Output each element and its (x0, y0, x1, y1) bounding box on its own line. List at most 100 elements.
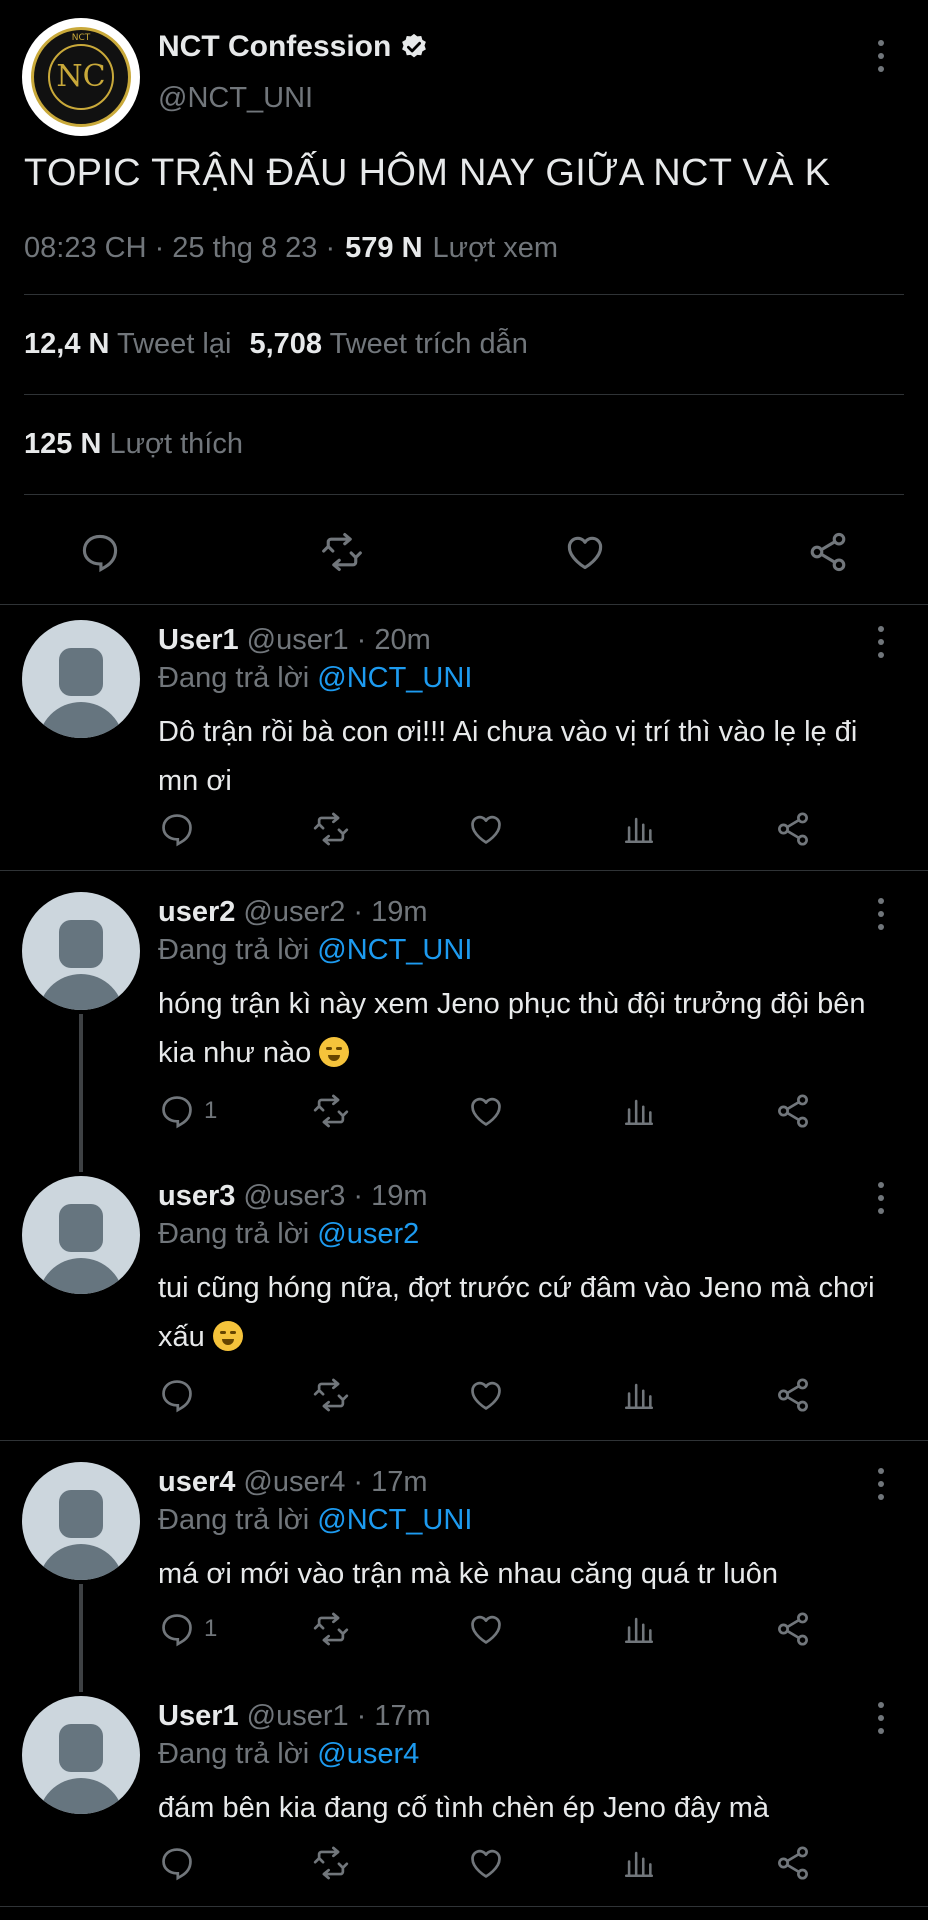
replying-to-link[interactable]: @user2 (317, 1218, 419, 1250)
likes-stat[interactable]: 125 N Lượt thích (24, 428, 243, 461)
reply-avatar[interactable] (22, 1462, 140, 1580)
more-options-icon[interactable] (876, 1468, 886, 1500)
divider (0, 1440, 928, 1441)
share-button[interactable] (774, 1092, 812, 1130)
reply-author-handle[interactable]: @user4 (243, 1466, 345, 1499)
replying-label: Đang trả lời (158, 1504, 310, 1536)
thread-connector (79, 1014, 83, 1172)
share-icon (778, 1846, 808, 1880)
like-button[interactable] (466, 1844, 506, 1882)
replying-to-link[interactable]: @NCT_UNI (317, 662, 472, 694)
reply-text: đám bên kia đang cố tình chèn ép Jeno đâ… (158, 1784, 888, 1833)
share-button[interactable] (806, 530, 850, 574)
reply-button[interactable] (158, 1376, 196, 1414)
reply-button[interactable] (158, 810, 196, 848)
reply-time[interactable]: · 17m (353, 1466, 427, 1499)
views-button[interactable] (622, 1844, 656, 1882)
reply-icon (162, 1096, 192, 1129)
reply-avatar[interactable] (22, 892, 140, 1010)
reply-avatar[interactable] (22, 1176, 140, 1294)
retweet-icon (313, 1378, 349, 1412)
replying-to-link[interactable]: @NCT_UNI (317, 1504, 472, 1536)
retweet-button[interactable] (310, 810, 352, 848)
divider (24, 294, 904, 295)
quotes-stat[interactable]: 5,708 Tweet trích dẫn (249, 328, 527, 361)
reply-button[interactable] (78, 530, 122, 574)
account-name-text: NCT Confession (158, 30, 392, 63)
replying-to: Đang trả lời @NCT_UNI (158, 1504, 472, 1537)
reply-icon (162, 814, 192, 847)
main-action-bar (0, 524, 928, 580)
reply-author-name[interactable]: user3 (158, 1180, 235, 1213)
likes-row: 125 N Lượt thích (24, 428, 243, 461)
like-button[interactable] (466, 1376, 506, 1414)
replying-to-link[interactable]: @NCT_UNI (317, 934, 472, 966)
share-button[interactable] (774, 1376, 812, 1414)
more-options-icon[interactable] (876, 1182, 886, 1214)
reply-time[interactable]: · 19m (353, 896, 427, 929)
account-name[interactable]: NCT Confession (158, 30, 429, 64)
reply-text: hóng trận kì này xem Jeno phục thù đội t… (158, 980, 888, 1078)
reply-author-name[interactable]: User1 (158, 624, 239, 657)
divider (0, 604, 928, 605)
reply-author-name[interactable]: user2 (158, 896, 235, 929)
share-icon (778, 812, 808, 846)
thread-connector (79, 1584, 83, 1692)
retweet-icon (313, 1094, 349, 1128)
reply-text-content: đám bên kia đang cố tình chèn ép Jeno đâ… (158, 1792, 770, 1824)
replying-to: Đang trả lời @NCT_UNI (158, 934, 472, 967)
reply-count: 1 (204, 1615, 218, 1642)
account-avatar[interactable]: NCT NC (22, 18, 140, 136)
reply-author-handle[interactable]: @user3 (243, 1180, 345, 1213)
replying-label: Đang trả lời (158, 662, 310, 694)
like-button[interactable] (562, 530, 608, 574)
share-button[interactable] (774, 1844, 812, 1882)
reply-text: má ơi mới vào trận mà kè nhau căng quá t… (158, 1550, 888, 1599)
more-options-icon[interactable] (876, 898, 886, 930)
retweet-button[interactable] (318, 530, 366, 574)
views-button[interactable] (622, 1092, 656, 1130)
replying-to-link[interactable]: @user4 (317, 1738, 419, 1770)
reply-icon (162, 1614, 192, 1647)
share-button[interactable] (774, 1610, 812, 1648)
like-button[interactable] (466, 1092, 506, 1130)
account-handle[interactable]: @NCT_UNI (158, 82, 313, 115)
like-button[interactable] (466, 1610, 506, 1648)
likes-label: Lượt thích (109, 428, 243, 460)
emoji-icon (212, 1321, 243, 1351)
views-button[interactable] (622, 1376, 656, 1414)
more-options-icon[interactable] (876, 40, 886, 72)
retweet-icon (313, 1612, 349, 1646)
reply-avatar[interactable] (22, 620, 140, 738)
more-options-icon[interactable] (876, 626, 886, 658)
reply-header: user3 @user3 · 19m (158, 1180, 428, 1213)
retweet-button[interactable] (310, 1376, 352, 1414)
like-button[interactable] (466, 810, 506, 848)
reply-button[interactable] (158, 1844, 196, 1882)
tweet-timestamp[interactable]: 08:23 CH · 25 thg 8 23 · (24, 232, 335, 265)
reply-avatar[interactable] (22, 1696, 140, 1814)
verified-badge-icon (402, 33, 427, 58)
logo-mark: NC (48, 44, 114, 110)
share-button[interactable] (774, 810, 812, 848)
reply-author-name[interactable]: user4 (158, 1466, 235, 1499)
views-button[interactable] (622, 810, 656, 848)
reply-author-handle[interactable]: @user1 (247, 1700, 349, 1733)
reply-button[interactable]: 1 (158, 1610, 217, 1648)
retweet-button[interactable] (310, 1844, 352, 1882)
reply-header: User1 @user1 · 17m (158, 1700, 431, 1733)
reply-author-name[interactable]: User1 (158, 1700, 239, 1733)
replying-label: Đang trả lời (158, 934, 310, 966)
reply-time[interactable]: · 19m (353, 1180, 427, 1213)
reply-author-handle[interactable]: @user1 (247, 624, 349, 657)
reply-author-handle[interactable]: @user2 (243, 896, 345, 929)
reply-button[interactable]: 1 (158, 1092, 217, 1130)
views-button[interactable] (622, 1610, 656, 1648)
analytics-icon (624, 1383, 654, 1410)
reply-time[interactable]: · 17m (357, 1700, 431, 1733)
retweet-button[interactable] (310, 1092, 352, 1130)
retweets-stat[interactable]: 12,4 N Tweet lại (24, 328, 231, 361)
retweet-button[interactable] (310, 1610, 352, 1648)
more-options-icon[interactable] (876, 1702, 886, 1734)
reply-time[interactable]: · 20m (357, 624, 431, 657)
